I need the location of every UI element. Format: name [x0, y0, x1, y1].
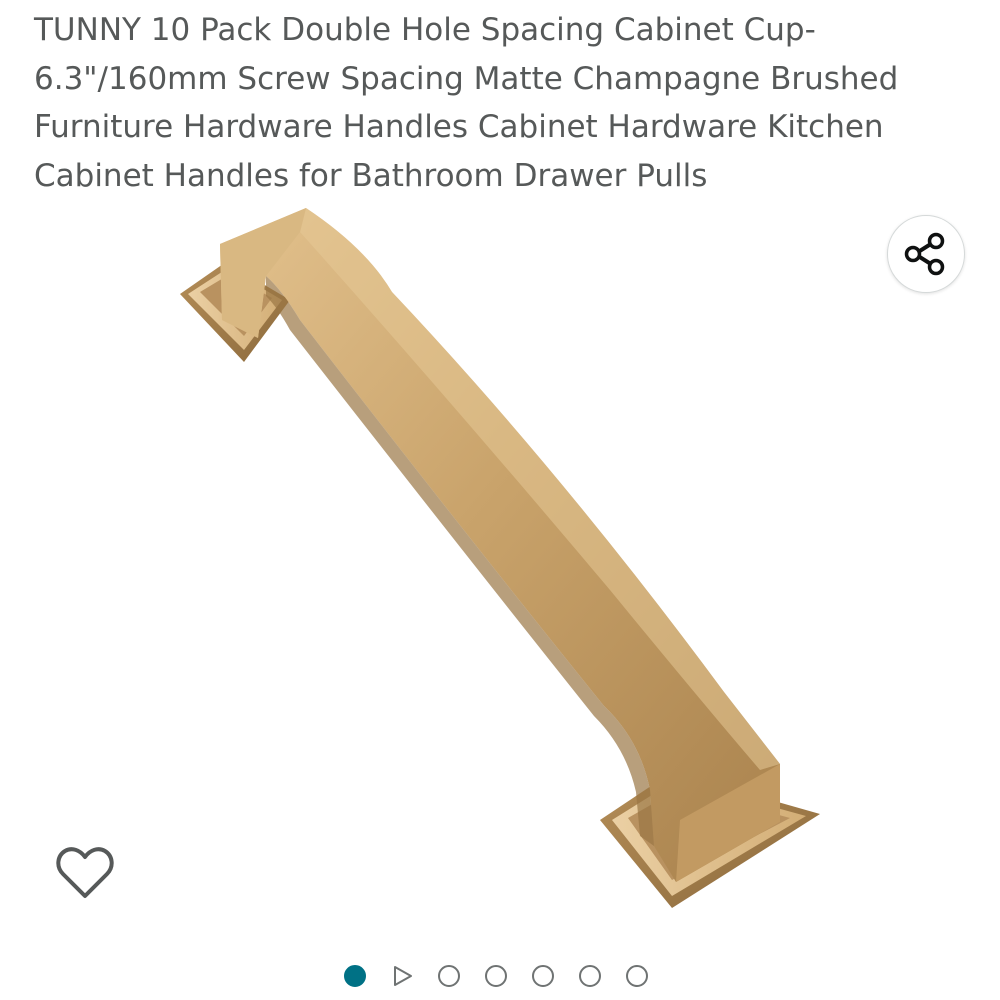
carousel-dot-6[interactable] — [579, 965, 601, 987]
carousel-dot-3[interactable] — [438, 965, 460, 987]
carousel-dot-5[interactable] — [532, 965, 554, 987]
heart-outline-icon — [56, 847, 114, 898]
carousel-indicators — [344, 960, 673, 992]
carousel-dot-7[interactable] — [626, 965, 648, 987]
wishlist-button[interactable] — [52, 840, 118, 906]
handle-bar — [220, 208, 780, 882]
product-image[interactable] — [170, 200, 840, 920]
play-triangle-icon — [394, 966, 412, 986]
product-title: TUNNY 10 Pack Double Hole Spacing Cabine… — [34, 12, 899, 194]
share-button[interactable] — [887, 215, 965, 293]
carousel-video-indicator[interactable] — [391, 965, 413, 987]
share-icon — [904, 232, 945, 276]
carousel-dot-1[interactable] — [344, 965, 366, 987]
carousel-dot-4[interactable] — [485, 965, 507, 987]
